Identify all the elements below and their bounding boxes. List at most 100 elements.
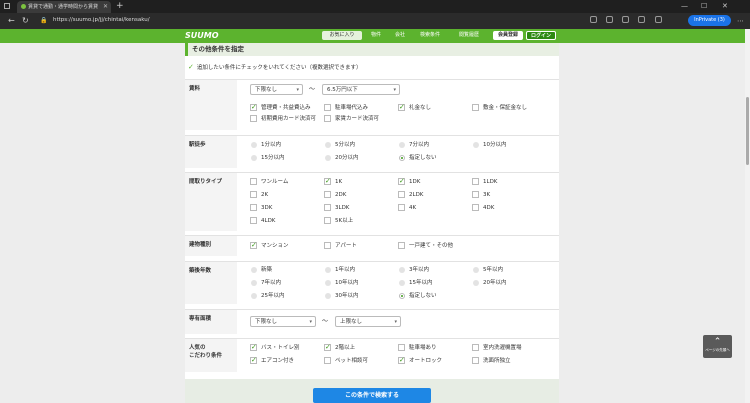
- checkbox-checked-icon[interactable]: ✓: [398, 357, 405, 364]
- radio-icon[interactable]: [473, 267, 479, 273]
- popular-option[interactable]: ペット相談可: [324, 357, 368, 365]
- collections-icon[interactable]: [638, 16, 645, 23]
- close-tab-icon[interactable]: ✕: [103, 1, 108, 13]
- radio-icon[interactable]: [399, 280, 405, 286]
- age-option[interactable]: 15年以内: [398, 279, 433, 287]
- radio-icon[interactable]: [473, 280, 479, 286]
- checkbox-icon[interactable]: [324, 242, 331, 249]
- property-button[interactable]: 物件: [365, 30, 387, 40]
- checkbox-checked-icon[interactable]: ✓: [250, 357, 257, 364]
- rent-option[interactable]: ✓ 礼金なし: [398, 104, 431, 112]
- rent-option[interactable]: 駐車場代込み: [324, 104, 368, 112]
- search-submit-button[interactable]: この条件で検索する: [313, 388, 431, 403]
- walk-option[interactable]: 5分以内: [324, 141, 355, 149]
- radio-icon[interactable]: [325, 155, 331, 161]
- inprivate-badge[interactable]: InPrivate (3): [688, 15, 731, 26]
- layout-option[interactable]: 3K: [472, 191, 490, 199]
- walk-option[interactable]: 7分以内: [398, 141, 429, 149]
- checkbox-icon[interactable]: [398, 344, 405, 351]
- popular-option[interactable]: ✓ 2階以上: [324, 344, 355, 352]
- age-option[interactable]: 指定しない: [398, 292, 437, 300]
- checkbox-icon[interactable]: [324, 115, 331, 122]
- rent-min-select[interactable]: 下限なし ▾: [250, 84, 303, 95]
- checkbox-icon[interactable]: [472, 344, 479, 351]
- age-option[interactable]: 新築: [250, 266, 272, 274]
- read-aloud-icon[interactable]: [590, 16, 597, 23]
- checkbox-icon[interactable]: [472, 191, 479, 198]
- checkbox-icon[interactable]: [250, 204, 257, 211]
- layout-option[interactable]: 5K以上: [324, 217, 353, 225]
- area-max-select[interactable]: 上限なし ▾: [335, 316, 401, 327]
- checkbox-checked-icon[interactable]: ✓: [250, 104, 257, 111]
- scrollbar-thumb[interactable]: [746, 97, 749, 165]
- building-option[interactable]: ✓ マンション: [250, 242, 289, 250]
- radio-selected-icon[interactable]: [399, 155, 405, 161]
- minimize-icon[interactable]: —: [681, 0, 688, 12]
- layout-option[interactable]: 2DK: [324, 191, 346, 199]
- radio-icon[interactable]: [251, 267, 257, 273]
- tab-actions-icon[interactable]: [4, 3, 10, 9]
- radio-icon[interactable]: [251, 142, 257, 148]
- radio-icon[interactable]: [325, 293, 331, 299]
- radio-icon[interactable]: [399, 267, 405, 273]
- rent-option[interactable]: ✓ 管理費・共益費込み: [250, 104, 311, 112]
- rent-option[interactable]: 初期費用カード決済可: [250, 115, 316, 123]
- layout-option[interactable]: 4K: [398, 204, 416, 212]
- page-scrollbar[interactable]: [745, 29, 750, 403]
- url-field[interactable]: https://suumo.jp/jj/chintai/kensaku/: [53, 15, 553, 26]
- layout-option[interactable]: ワンルーム: [250, 178, 288, 186]
- checkbox-icon[interactable]: [324, 217, 331, 224]
- checkbox-checked-icon[interactable]: ✓: [398, 104, 405, 111]
- more-menu-icon[interactable]: ⋯: [737, 15, 744, 27]
- checkbox-checked-icon[interactable]: ✓: [324, 178, 331, 185]
- history-button[interactable]: 閲覧履歴: [452, 30, 486, 40]
- back-icon[interactable]: ←: [8, 15, 15, 27]
- age-option[interactable]: 1年以内: [324, 266, 355, 274]
- popular-option[interactable]: ✓ エアコン付き: [250, 357, 294, 365]
- layout-option[interactable]: 3LDK: [324, 204, 349, 212]
- age-option[interactable]: 10年以内: [324, 279, 359, 287]
- checkbox-icon[interactable]: [324, 104, 331, 111]
- checkbox-icon[interactable]: [324, 191, 331, 198]
- rent-option[interactable]: 敷金・保証金なし: [472, 104, 527, 112]
- layout-option[interactable]: 4DK: [472, 204, 494, 212]
- checkbox-icon[interactable]: [472, 104, 479, 111]
- register-button[interactable]: 会員登録: [493, 31, 523, 40]
- layout-option[interactable]: 4LDK: [250, 217, 275, 225]
- checkbox-icon[interactable]: [398, 191, 405, 198]
- popular-option[interactable]: 駐車場あり: [398, 344, 437, 352]
- age-option[interactable]: 3年以内: [398, 266, 429, 274]
- checkbox-icon[interactable]: [250, 178, 257, 185]
- layout-option[interactable]: 2K: [250, 191, 268, 199]
- radio-icon[interactable]: [399, 142, 405, 148]
- radio-icon[interactable]: [325, 280, 331, 286]
- suumo-logo[interactable]: SUUMO: [185, 30, 219, 42]
- walk-option[interactable]: 15分以内: [250, 154, 285, 162]
- layout-option[interactable]: 1LDK: [472, 178, 497, 186]
- browser-tab[interactable]: 賃貸で通勤・通学時間から賃貸 ✕: [17, 1, 111, 13]
- back-to-top-button[interactable]: ⌃ ページの先頭へ: [703, 335, 732, 358]
- area-min-select[interactable]: 下限なし ▾: [250, 316, 316, 327]
- checkbox-icon[interactable]: [472, 357, 479, 364]
- checkbox-icon[interactable]: [472, 204, 479, 211]
- maximize-icon[interactable]: ☐: [701, 0, 707, 12]
- checkbox-icon[interactable]: [250, 217, 257, 224]
- age-option[interactable]: 30年以内: [324, 292, 359, 300]
- popular-option[interactable]: 洗面所独立: [472, 357, 511, 365]
- radio-icon[interactable]: [325, 267, 331, 273]
- checkbox-icon[interactable]: [324, 204, 331, 211]
- checkbox-icon[interactable]: [324, 357, 331, 364]
- layout-option[interactable]: 2LDK: [398, 191, 423, 199]
- popular-option[interactable]: ✓ オートロック: [398, 357, 442, 365]
- building-option[interactable]: 一戸建て・その他: [398, 242, 453, 250]
- radio-icon[interactable]: [251, 293, 257, 299]
- popular-option[interactable]: ✓ バス・トイレ別: [250, 344, 300, 352]
- age-option[interactable]: 20年以内: [472, 279, 507, 287]
- refresh-icon[interactable]: ↻: [22, 15, 29, 27]
- building-option[interactable]: アパート: [324, 242, 357, 250]
- extensions-icon[interactable]: [655, 16, 662, 23]
- walk-option[interactable]: 指定しない: [398, 154, 437, 162]
- radio-selected-icon[interactable]: [399, 293, 405, 299]
- new-tab-icon[interactable]: +: [116, 0, 124, 12]
- favorites-button[interactable]: お気に入り: [322, 31, 362, 40]
